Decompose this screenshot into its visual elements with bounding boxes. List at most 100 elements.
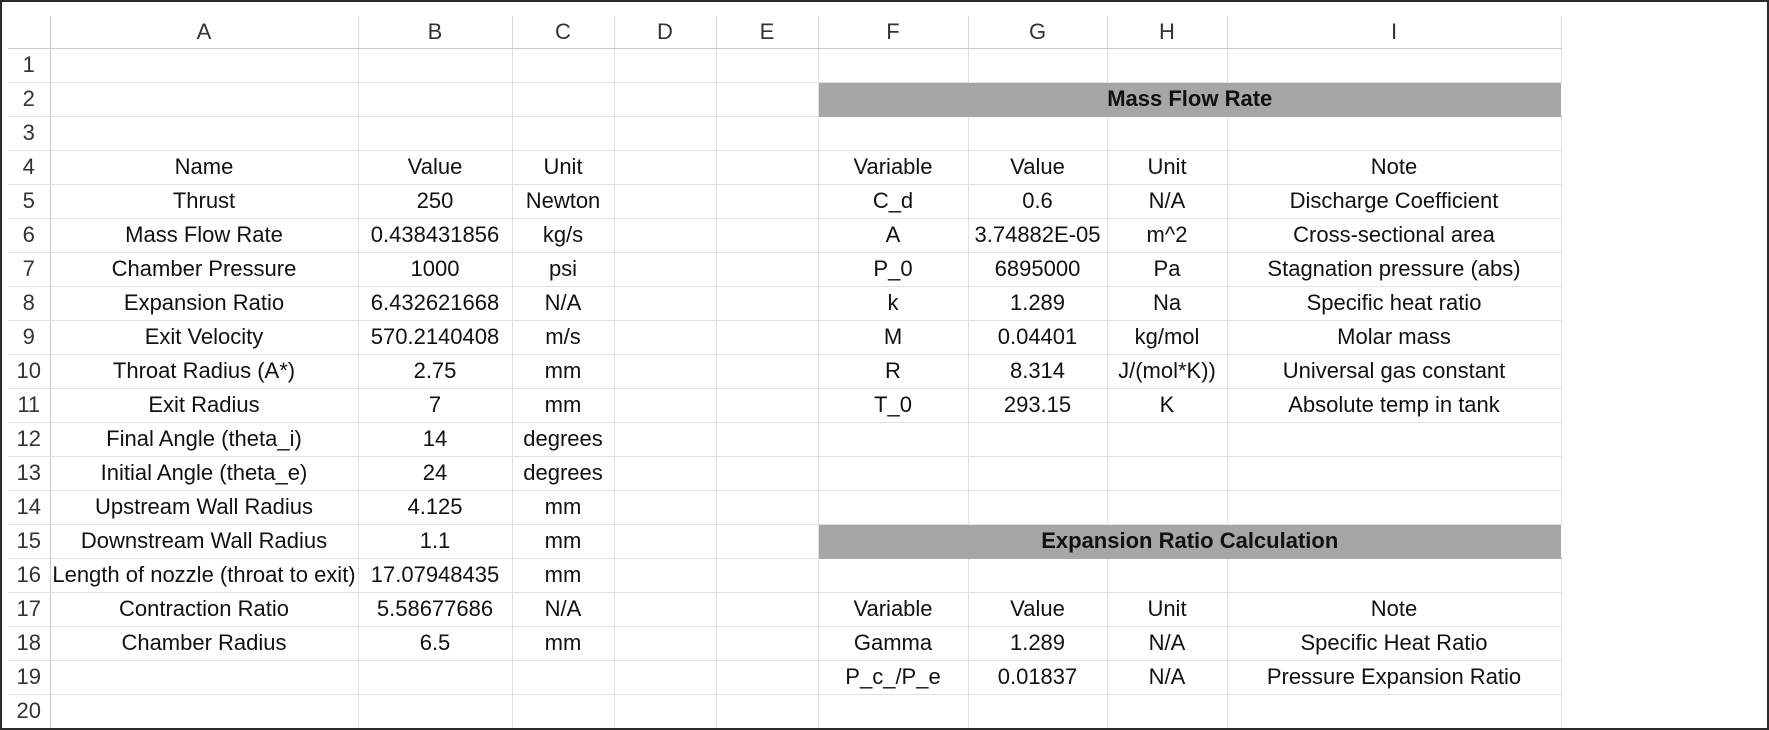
cell[interactable] — [1227, 558, 1562, 593]
cell[interactable] — [818, 456, 969, 491]
cell[interactable] — [1227, 422, 1562, 457]
row-header[interactable]: 18 — [8, 626, 51, 661]
row-header[interactable]: 20 — [8, 694, 51, 728]
cell[interactable] — [614, 150, 717, 185]
cell[interactable] — [614, 422, 717, 457]
cell[interactable]: P_0 — [818, 252, 969, 287]
cell[interactable]: N/A — [1107, 184, 1228, 219]
cell[interactable] — [614, 354, 717, 389]
column-header[interactable]: A — [50, 16, 359, 49]
cell[interactable] — [614, 286, 717, 321]
cell[interactable] — [1227, 48, 1562, 83]
cell[interactable]: Downstream Wall Radius — [50, 524, 359, 559]
row-header[interactable]: 6 — [8, 218, 51, 253]
cell[interactable] — [716, 354, 819, 389]
cell[interactable]: 24 — [358, 456, 513, 491]
cell[interactable] — [716, 626, 819, 661]
row-header[interactable]: 5 — [8, 184, 51, 219]
cell[interactable]: M — [818, 320, 969, 355]
cell[interactable]: m/s — [512, 320, 615, 355]
cell[interactable] — [716, 48, 819, 83]
cell[interactable]: mm — [512, 524, 615, 559]
cell[interactable] — [818, 422, 969, 457]
cell[interactable] — [512, 48, 615, 83]
cell[interactable] — [818, 116, 969, 151]
cell[interactable] — [716, 660, 819, 695]
cell[interactable]: 5.58677686 — [358, 592, 513, 627]
cell[interactable]: Contraction Ratio — [50, 592, 359, 627]
cell[interactable]: N/A — [1107, 660, 1228, 695]
cell[interactable]: Length of nozzle (throat to exit) — [50, 558, 359, 593]
cell[interactable] — [968, 490, 1108, 525]
cell[interactable] — [716, 252, 819, 287]
cell[interactable] — [614, 320, 717, 355]
cell[interactable]: Thrust — [50, 184, 359, 219]
cell[interactable]: Na — [1107, 286, 1228, 321]
cell[interactable]: 1.1 — [358, 524, 513, 559]
cell[interactable]: kg/mol — [1107, 320, 1228, 355]
cell[interactable]: Absolute temp in tank — [1227, 388, 1562, 423]
cell[interactable]: 17.07948435 — [358, 558, 513, 593]
cell[interactable]: 7 — [358, 388, 513, 423]
row-header[interactable]: 8 — [8, 286, 51, 321]
cell[interactable]: 0.6 — [968, 184, 1108, 219]
cell[interactable]: Cross-sectional area — [1227, 218, 1562, 253]
cell[interactable] — [716, 694, 819, 728]
cell[interactable] — [614, 82, 717, 117]
cell[interactable] — [614, 592, 717, 627]
cell[interactable] — [358, 694, 513, 728]
row-header[interactable]: 4 — [8, 150, 51, 185]
cell[interactable] — [968, 694, 1108, 728]
cell[interactable] — [1107, 558, 1228, 593]
cell[interactable]: 2.75 — [358, 354, 513, 389]
column-header[interactable]: H — [1107, 16, 1228, 49]
row-header[interactable]: 15 — [8, 524, 51, 559]
cell[interactable]: 0.04401 — [968, 320, 1108, 355]
cell[interactable]: mm — [512, 490, 615, 525]
cell[interactable]: Value — [358, 150, 513, 185]
cell[interactable] — [968, 48, 1108, 83]
column-header[interactable]: I — [1227, 16, 1562, 49]
row-header[interactable]: 2 — [8, 82, 51, 117]
cell[interactable]: Chamber Pressure — [50, 252, 359, 287]
column-header[interactable]: B — [358, 16, 513, 49]
cell[interactable]: 6895000 — [968, 252, 1108, 287]
cell[interactable]: Value — [968, 592, 1108, 627]
cell[interactable]: mm — [512, 388, 615, 423]
cell[interactable]: J/(mol*K)) — [1107, 354, 1228, 389]
row-header[interactable]: 12 — [8, 422, 51, 457]
cell[interactable]: C_d — [818, 184, 969, 219]
select-all-corner[interactable] — [8, 16, 51, 49]
cell[interactable]: Molar mass — [1227, 320, 1562, 355]
cell[interactable]: 14 — [358, 422, 513, 457]
row-header[interactable]: 7 — [8, 252, 51, 287]
column-header[interactable]: F — [818, 16, 969, 49]
cell[interactable]: mm — [512, 626, 615, 661]
row-header[interactable]: 19 — [8, 660, 51, 695]
column-header[interactable]: G — [968, 16, 1108, 49]
cell[interactable] — [968, 558, 1108, 593]
row-header[interactable]: 11 — [8, 388, 51, 423]
worksheet-grid[interactable]: A B C D E F G H I 1 2 Mass Flow Rate 3 4 Name… — [8, 16, 1562, 728]
cell[interactable]: Universal gas constant — [1227, 354, 1562, 389]
column-header[interactable]: E — [716, 16, 819, 49]
cell[interactable] — [716, 524, 819, 559]
cell[interactable]: Name — [50, 150, 359, 185]
cell[interactable] — [614, 524, 717, 559]
row-header[interactable]: 9 — [8, 320, 51, 355]
cell[interactable] — [818, 694, 969, 728]
cell[interactable] — [968, 422, 1108, 457]
cell[interactable] — [1107, 490, 1228, 525]
cell[interactable]: degrees — [512, 456, 615, 491]
cell[interactable] — [358, 48, 513, 83]
cell[interactable]: degrees — [512, 422, 615, 457]
cell[interactable]: Pa — [1107, 252, 1228, 287]
cell[interactable] — [50, 116, 359, 151]
cell[interactable]: psi — [512, 252, 615, 287]
cell[interactable]: m^2 — [1107, 218, 1228, 253]
cell[interactable]: 293.15 — [968, 388, 1108, 423]
cell[interactable] — [1227, 116, 1562, 151]
cell[interactable] — [716, 286, 819, 321]
cell[interactable]: 0.01837 — [968, 660, 1108, 695]
cell[interactable] — [512, 116, 615, 151]
